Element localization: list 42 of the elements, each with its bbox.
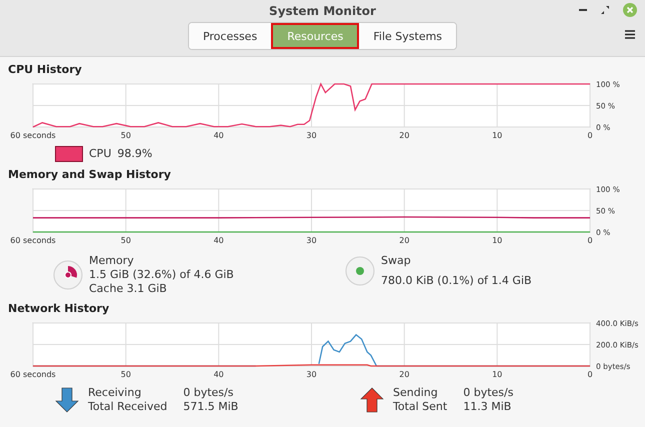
- total-value: 11.3 MiB: [463, 400, 512, 414]
- axis-label: 50: [120, 370, 131, 379]
- window-title: System Monitor: [269, 4, 376, 18]
- tab[interactable]: File Systems: [359, 23, 456, 49]
- axis-label: 60 seconds: [10, 236, 56, 245]
- cache-usage: Cache 3.1 GiB: [89, 282, 168, 296]
- total-label: Total Sent: [393, 400, 448, 414]
- axis-label: 40: [214, 370, 224, 379]
- legend-label: Receiving: [88, 386, 142, 400]
- axis-label: 30: [306, 236, 317, 245]
- rate-value: 0 bytes/s: [463, 386, 514, 400]
- axis-label: 0: [587, 370, 593, 379]
- total-value: 571.5 MiB: [183, 400, 238, 414]
- axis-label: 10: [492, 236, 502, 245]
- axis-label: 20: [399, 236, 410, 245]
- axis-label: 30: [306, 370, 317, 379]
- axis-label: 20: [399, 131, 410, 140]
- legend-value: 98.9%: [117, 147, 152, 161]
- axis-label: 30: [306, 131, 317, 140]
- tab[interactable]: Processes: [188, 23, 272, 49]
- axis-label: 0: [587, 236, 593, 245]
- axis-label: 50: [120, 131, 131, 140]
- legend-label: CPU: [89, 147, 112, 161]
- legend-label: Memory: [89, 254, 135, 268]
- axis-label: 60 seconds: [10, 370, 56, 379]
- axis-label: 50: [120, 236, 131, 245]
- axis-label: 0: [587, 131, 593, 140]
- swap-usage: 780.0 KiB (0.1%) of 1.4 GiB: [381, 274, 532, 288]
- memory-usage: 1.5 GiB (32.6%) of 4.6 GiB: [89, 268, 234, 282]
- axis-label: 20: [399, 370, 410, 379]
- section-title: Network History: [8, 302, 110, 317]
- total-label: Total Received: [88, 400, 168, 414]
- section-title: Memory and Swap History: [8, 168, 172, 183]
- axis-label: 60 seconds: [10, 131, 56, 140]
- section-title: CPU History: [8, 63, 83, 78]
- axis-label: 10: [492, 370, 502, 379]
- rate-value: 0 bytes/s: [183, 386, 234, 400]
- axis-label: 40: [214, 131, 224, 140]
- legend-label: Swap: [381, 254, 412, 268]
- axis-label: 10: [492, 131, 502, 140]
- legend-label: Sending: [393, 386, 439, 400]
- axis-label: 40: [214, 236, 224, 245]
